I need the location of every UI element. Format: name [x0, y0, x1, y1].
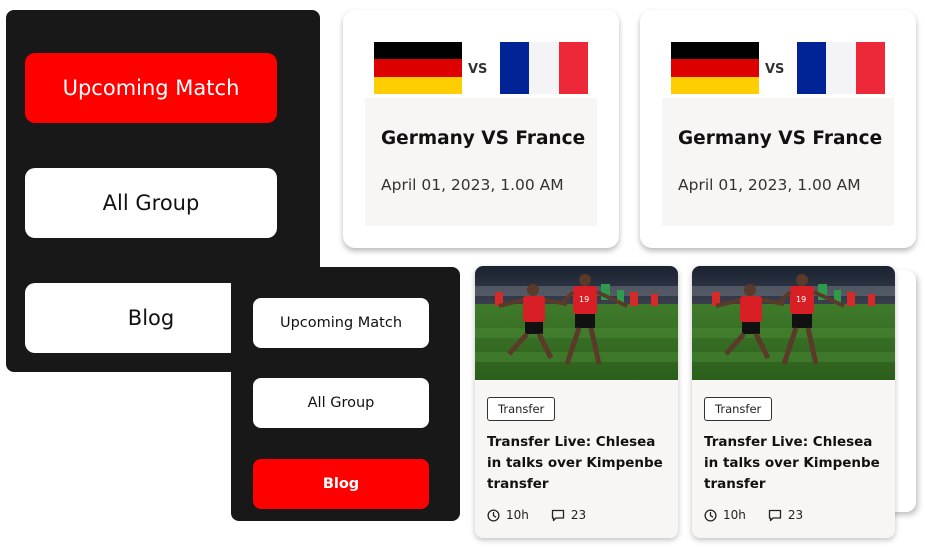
clock-icon	[487, 508, 500, 522]
news-card[interactable]: 19 Transfer Transfer Live: Chlesea in ta…	[692, 266, 895, 538]
news-headline[interactable]: Transfer Live: Chlesea in talks over Kim…	[704, 432, 884, 495]
versus-label: VS	[765, 62, 785, 77]
clock-icon	[704, 508, 717, 522]
match-title: Germany VS France	[678, 128, 883, 149]
news-time: 10h	[723, 508, 746, 522]
news-category-tag[interactable]: Transfer	[487, 397, 556, 421]
news-category-tag[interactable]: Transfer	[704, 397, 773, 421]
match-card[interactable]: VS Germany VS France April 01, 2023, 1.0…	[640, 10, 916, 248]
match-card-body	[365, 98, 597, 226]
news-time: 10h	[506, 508, 529, 522]
category-nav-small: Upcoming Match All Group Blog	[231, 267, 460, 521]
comment-icon	[768, 509, 782, 521]
nav-all-group-button[interactable]: All Group	[253, 378, 429, 428]
nav-all-group-button[interactable]: All Group	[25, 168, 277, 238]
nav-blog-button[interactable]: Blog	[253, 459, 429, 509]
nav-upcoming-match-button[interactable]: Upcoming Match	[253, 298, 429, 348]
versus-label: VS	[468, 62, 488, 77]
match-card-body	[662, 98, 894, 226]
news-meta: 10h 23	[704, 508, 803, 522]
news-comment-count: 23	[787, 508, 804, 522]
france-flag	[500, 42, 588, 94]
match-title: Germany VS France	[381, 128, 586, 149]
football-celebration-photo: 19	[475, 266, 678, 380]
nav-upcoming-match-button[interactable]: Upcoming Match	[25, 53, 277, 123]
germany-flag	[671, 42, 759, 94]
svg-text:19: 19	[796, 295, 806, 304]
match-date: April 01, 2023, 1.00 AM	[678, 176, 861, 194]
comment-icon	[551, 509, 565, 521]
news-card[interactable]: 19 Transfer Transfer Live: Chlesea in ta…	[475, 266, 678, 538]
match-date: April 01, 2023, 1.00 AM	[381, 176, 564, 194]
svg-text:19: 19	[579, 295, 589, 304]
match-card[interactable]: VS Germany VS France April 01, 2023, 1.0…	[343, 10, 619, 248]
football-celebration-photo: 19	[692, 266, 895, 380]
france-flag	[797, 42, 885, 94]
news-comment-count: 23	[570, 508, 587, 522]
news-meta: 10h 23	[487, 508, 586, 522]
germany-flag	[374, 42, 462, 94]
news-headline[interactable]: Transfer Live: Chlesea in talks over Kim…	[487, 432, 667, 495]
